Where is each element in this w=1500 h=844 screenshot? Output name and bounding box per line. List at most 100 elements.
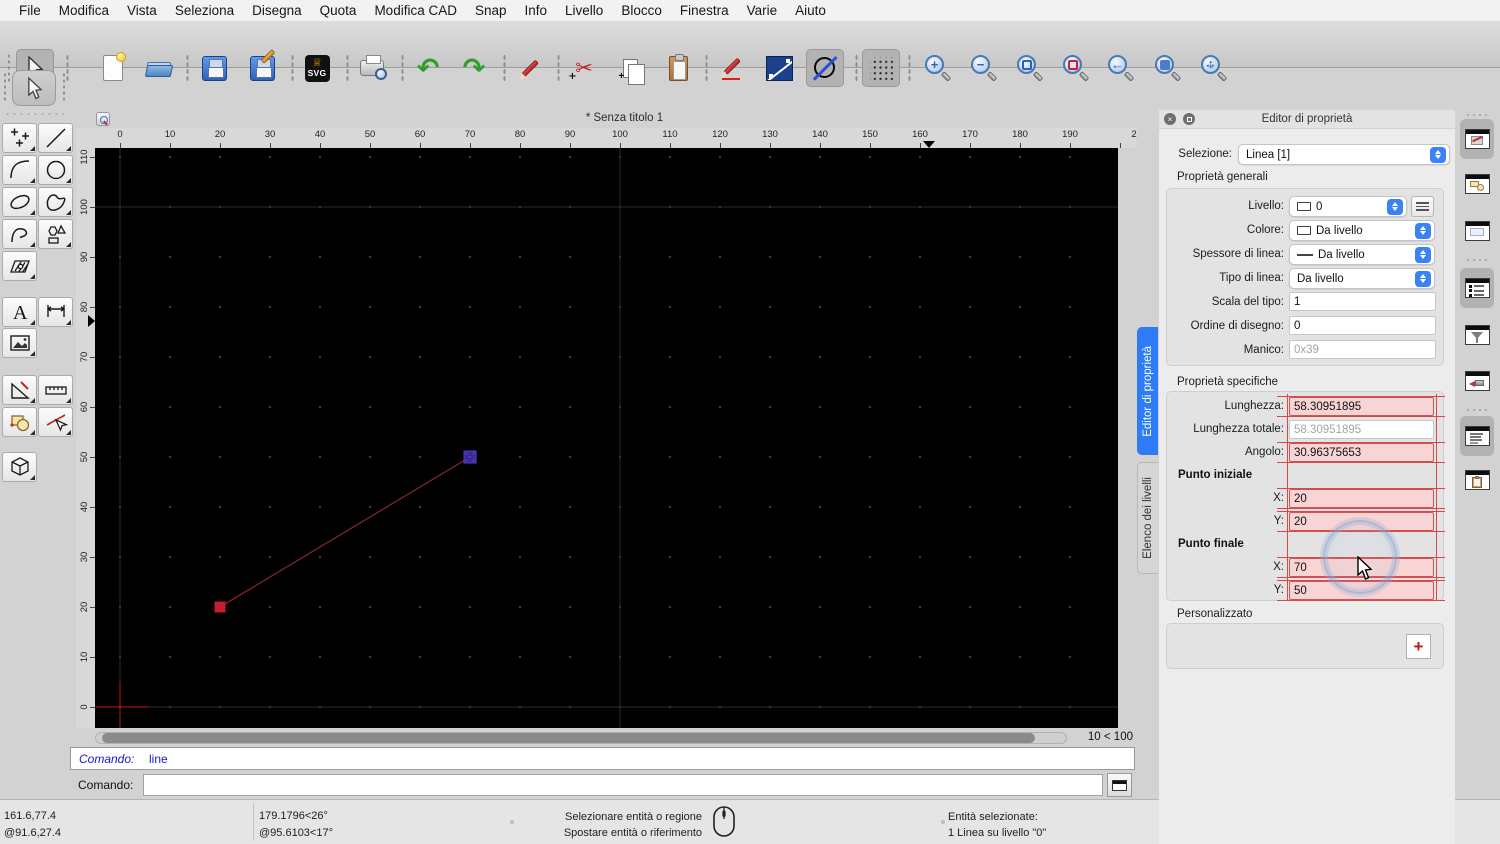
view-window-icon xyxy=(1464,221,1490,241)
palette-section-handle xyxy=(4,112,64,116)
punto-iniziale-x-input[interactable] xyxy=(1289,489,1434,508)
grid-toggle-button[interactable] xyxy=(862,49,900,87)
tab-property-editor[interactable]: Editor di proprietà xyxy=(1137,327,1158,455)
new-file-button[interactable] xyxy=(94,49,132,87)
menu-disegna[interactable]: Disegna xyxy=(243,3,311,18)
spessore-dropdown[interactable]: Da livello xyxy=(1289,244,1435,265)
image-tool-button[interactable] xyxy=(2,328,37,358)
h-ruler-label: 110 xyxy=(662,129,678,140)
highlight-line xyxy=(1287,394,1288,600)
document-title[interactable]: * Senza titolo 1 xyxy=(76,112,1137,124)
menu-modifica-cad[interactable]: Modifica CAD xyxy=(365,3,466,18)
polyline-tool-button[interactable] xyxy=(2,219,37,249)
specific-section-title: Proprietà specifiche xyxy=(1177,376,1278,388)
arc-tool-button[interactable] xyxy=(2,155,37,185)
command-prompt-row: Comando: xyxy=(70,771,1135,799)
menu-varie[interactable]: Varie xyxy=(738,3,787,18)
hatch-tool-button[interactable] xyxy=(2,251,37,281)
line-entity[interactable] xyxy=(219,456,471,608)
open-file-button[interactable] xyxy=(141,49,179,87)
toggle-command-line-button[interactable] xyxy=(1460,416,1494,456)
print-preview-button[interactable] xyxy=(353,49,391,87)
zoom-selection-icon xyxy=(1063,55,1090,82)
tab-layer-list[interactable]: Elenco dei livelli xyxy=(1137,462,1158,574)
measure-tool-button[interactable] xyxy=(38,375,73,405)
colore-dropdown[interactable]: Da livello xyxy=(1289,220,1435,241)
toggle-view-list-button[interactable] xyxy=(1460,211,1494,251)
toggle-property-editor-button[interactable] xyxy=(1460,119,1494,159)
dimension-tool-button[interactable] xyxy=(38,297,73,327)
menu-aiuto[interactable]: Aiuto xyxy=(786,3,835,18)
menu-file[interactable]: File xyxy=(10,3,50,18)
zoom-selection-button[interactable] xyxy=(1057,49,1095,87)
toggle-clipboard-button[interactable] xyxy=(1460,460,1494,500)
ordine-input[interactable] xyxy=(1289,316,1436,335)
draw-edit-button[interactable] xyxy=(714,49,752,87)
menu-finestra[interactable]: Finestra xyxy=(671,3,738,18)
undo-button[interactable]: ↶ xyxy=(409,49,447,87)
cursor-arrow-icon xyxy=(27,76,43,99)
redo-button[interactable]: ↷ xyxy=(455,49,493,87)
no-interrupt-button[interactable] xyxy=(806,49,844,87)
selection-dropdown[interactable]: Linea [1] xyxy=(1238,144,1450,165)
toolbar-separator xyxy=(705,54,708,82)
menu-livello[interactable]: Livello xyxy=(556,3,612,18)
save-button[interactable] xyxy=(195,49,233,87)
svg-export-button[interactable]: ♕ SVG xyxy=(298,49,336,87)
menu-seleziona[interactable]: Seleziona xyxy=(166,3,243,18)
toggle-layer-list-button[interactable] xyxy=(1460,268,1494,308)
toggle-block-list-button[interactable] xyxy=(1460,164,1494,204)
shape-tool-button[interactable] xyxy=(38,219,73,249)
point-tool-button[interactable] xyxy=(2,123,37,153)
h-scrollbar-thumb[interactable] xyxy=(102,733,1035,743)
zoom-window-button[interactable] xyxy=(1149,49,1187,87)
angolo-input[interactable] xyxy=(1289,443,1434,462)
erase-button[interactable] xyxy=(511,49,549,87)
paste-button[interactable] xyxy=(659,49,697,87)
selection-tool-button[interactable] xyxy=(12,70,56,106)
line-from-points-button[interactable] xyxy=(760,49,798,87)
zoom-auto-button[interactable] xyxy=(1011,49,1049,87)
lunghezza-input[interactable] xyxy=(1289,397,1434,416)
circle-tool-button[interactable] xyxy=(38,155,73,185)
select-entity-tool-button[interactable] xyxy=(38,407,73,437)
drawing-canvas[interactable] xyxy=(95,148,1118,728)
palette-drag-handle[interactable] xyxy=(62,72,66,102)
toggle-selection-filter-button[interactable] xyxy=(1460,315,1494,355)
save-as-button[interactable] xyxy=(243,48,281,87)
copy-button[interactable]: + xyxy=(611,49,649,87)
line-start-handle[interactable] xyxy=(214,601,226,613)
ellipse-tool-button[interactable] xyxy=(2,187,37,217)
tipo-linea-dropdown[interactable]: Da livello xyxy=(1289,268,1435,289)
zoom-in-button[interactable]: + xyxy=(919,49,957,87)
solid-tool-button[interactable] xyxy=(2,452,37,482)
zoom-out-button[interactable]: − xyxy=(965,49,1003,87)
modify-tool-button[interactable] xyxy=(2,375,37,405)
scala-input[interactable] xyxy=(1289,292,1436,311)
menu-modifica[interactable]: Modifica xyxy=(50,3,118,18)
menu-snap[interactable]: Snap xyxy=(466,3,516,18)
command-history-window-button[interactable] xyxy=(1107,773,1132,797)
palette-drag-handle[interactable] xyxy=(3,72,7,102)
livello-dropdown[interactable]: 0 xyxy=(1289,196,1407,217)
general-section-title: Proprietà generali xyxy=(1177,171,1268,183)
layer-menu-button[interactable] xyxy=(1411,196,1434,217)
command-input[interactable] xyxy=(143,774,1103,796)
zoom-previous-button[interactable]: ← xyxy=(1102,49,1140,87)
toggle-tool-options-button[interactable] xyxy=(1460,361,1494,401)
h-ruler-label: 100 xyxy=(612,129,628,140)
menu-blocco[interactable]: Blocco xyxy=(612,3,671,18)
cut-button[interactable]: ✂ + xyxy=(565,49,603,87)
line-tool-button[interactable] xyxy=(38,123,73,153)
block-tool-button[interactable] xyxy=(2,407,37,437)
zoom-window-icon xyxy=(1155,55,1182,82)
menu-vista[interactable]: Vista xyxy=(118,3,166,18)
zoom-out-icon: − xyxy=(971,55,998,82)
menu-quota[interactable]: Quota xyxy=(311,3,366,18)
spline-tool-button[interactable] xyxy=(38,187,73,217)
menu-info[interactable]: Info xyxy=(516,3,557,18)
add-custom-property-button[interactable]: + xyxy=(1406,634,1431,659)
pan-button[interactable]: ↔ ↕ xyxy=(1195,49,1233,87)
text-tool-button[interactable]: A xyxy=(2,297,37,327)
block-icon xyxy=(9,415,29,432)
